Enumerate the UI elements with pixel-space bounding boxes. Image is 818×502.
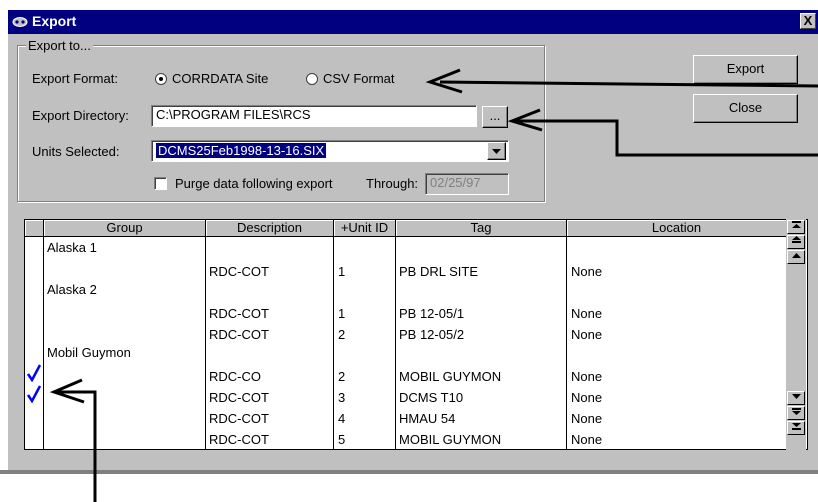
arrow-to-browse: [512, 119, 818, 157]
arrow-to-export-format: [439, 80, 818, 88]
annotation-arrows: [49, 68, 818, 502]
arrow-to-checkmarks: [54, 390, 97, 502]
